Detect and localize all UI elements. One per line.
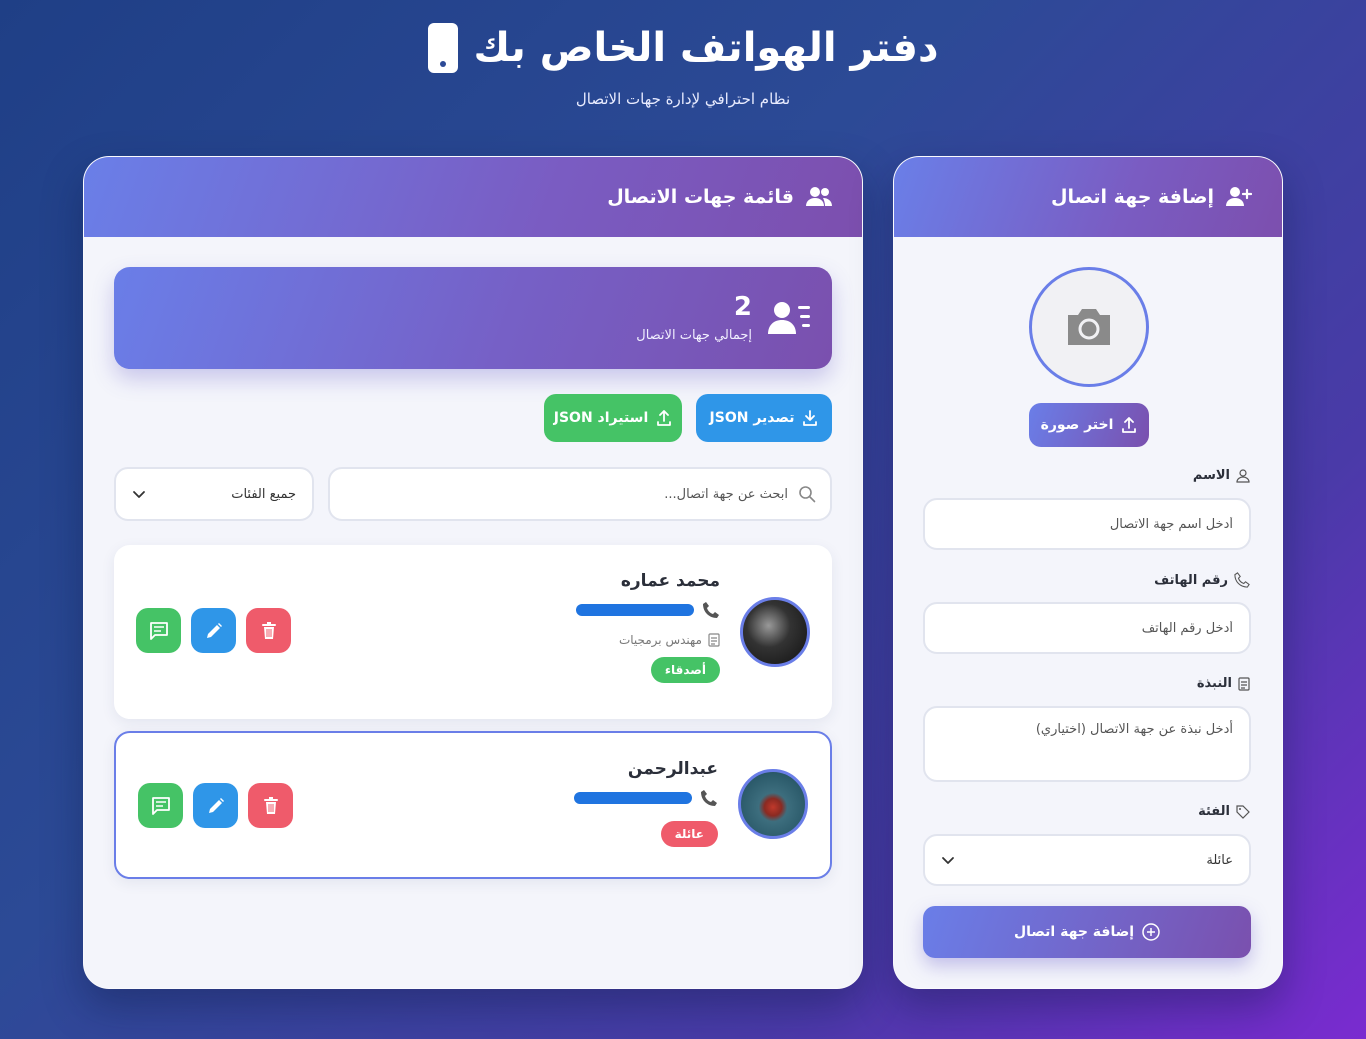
import-json-button[interactable]: استيراد JSON xyxy=(544,394,682,442)
chevron-down-icon xyxy=(941,853,955,867)
users-group-icon xyxy=(806,186,832,208)
user-plus-icon xyxy=(1226,186,1252,208)
message-icon xyxy=(151,796,171,815)
edit-button[interactable] xyxy=(193,783,238,828)
import-json-label: استيراد JSON xyxy=(553,410,649,426)
trash-icon xyxy=(263,796,279,815)
name-input[interactable] xyxy=(925,500,1249,548)
upload-icon xyxy=(1121,417,1137,433)
photo-preview[interactable] xyxy=(1029,267,1149,387)
user-icon xyxy=(1236,468,1250,483)
bio-field xyxy=(923,706,1251,782)
document-icon xyxy=(708,633,720,647)
export-json-label: تصدير JSON xyxy=(709,410,795,426)
chevron-down-icon xyxy=(132,487,146,501)
phone-icon xyxy=(702,601,720,619)
add-contact-panel: إضافة جهة اتصال اختر صورة الاسم رقم الها… xyxy=(893,156,1283,989)
stats-text: 2 إجمالي جهات الاتصال xyxy=(636,293,752,343)
contact-info: محمد عماره مهندس برمجيات أصدقاء xyxy=(576,571,720,683)
edit-button[interactable] xyxy=(191,608,236,653)
bio-label-text: النبذة xyxy=(1196,676,1232,691)
plus-circle-icon xyxy=(1142,923,1160,941)
mobile-phone-icon xyxy=(427,23,458,73)
search-box xyxy=(328,467,832,521)
contact-info: عبدالرحمن عائلة xyxy=(574,759,718,847)
category-filter-value: جميع الفئات xyxy=(231,486,296,502)
name-field xyxy=(923,498,1251,550)
contacts-list-panel: قائمة جهات الاتصال 2 إجمالي جهات الاتصال… xyxy=(83,156,863,989)
delete-button[interactable] xyxy=(246,608,291,653)
message-button[interactable] xyxy=(138,783,183,828)
add-contact-title: إضافة جهة اتصال xyxy=(1051,186,1214,208)
pencil-icon xyxy=(205,622,223,640)
contact-card[interactable]: محمد عماره مهندس برمجيات أصدقاء xyxy=(114,545,832,719)
download-icon xyxy=(802,410,818,426)
stats-card: 2 إجمالي جهات الاتصال xyxy=(114,267,832,369)
category-label: الفئة xyxy=(1198,804,1250,819)
search-input[interactable] xyxy=(344,486,788,502)
stats-count: 2 xyxy=(733,292,752,323)
app-header: دفتر الهواتف الخاص بك نظام احترافي لإدار… xyxy=(0,18,1366,108)
phone-icon xyxy=(1234,572,1250,588)
phone-input[interactable] xyxy=(925,604,1249,652)
add-contact-submit-button[interactable]: إضافة جهة اتصال xyxy=(923,906,1251,958)
name-label-text: الاسم xyxy=(1192,468,1230,483)
contact-actions xyxy=(136,608,291,653)
stats-label: إجمالي جهات الاتصال xyxy=(636,327,752,343)
add-contact-header: إضافة جهة اتصال xyxy=(894,157,1282,237)
phone-label: رقم الهاتف xyxy=(1154,572,1250,588)
add-contact-submit-label: إضافة جهة اتصال xyxy=(1013,924,1135,940)
camera-icon xyxy=(1064,307,1114,347)
category-label-text: الفئة xyxy=(1198,804,1230,819)
category-filter-select[interactable]: جميع الفئات xyxy=(114,467,314,521)
bio-label: النبذة xyxy=(1197,676,1250,691)
pencil-icon xyxy=(207,797,225,815)
redacted-phone-number xyxy=(576,604,694,616)
contact-name: محمد عماره xyxy=(620,571,720,591)
category-badge: عائلة xyxy=(660,821,718,847)
contact-phone xyxy=(574,789,718,807)
contact-avatar xyxy=(738,769,808,839)
category-select-value: عائلة xyxy=(1206,852,1233,868)
category-badge: أصدقاء xyxy=(650,657,720,683)
search-icon xyxy=(798,485,816,503)
contact-note: مهندس برمجيات xyxy=(576,633,720,647)
document-icon xyxy=(1238,676,1250,691)
bio-textarea[interactable] xyxy=(925,708,1249,780)
upload-icon xyxy=(656,410,672,426)
contacts-list-header: قائمة جهات الاتصال xyxy=(84,157,862,237)
contacts-list-title: قائمة جهات الاتصال xyxy=(607,186,794,208)
contact-name: عبدالرحمن xyxy=(627,759,718,779)
contact-note-text: مهندس برمجيات xyxy=(618,633,702,647)
app-subtitle: نظام احترافي لإدارة جهات الاتصال xyxy=(575,90,791,108)
trash-icon xyxy=(261,621,277,640)
category-select[interactable]: عائلة xyxy=(923,834,1251,886)
message-icon xyxy=(149,621,169,640)
contact-phone xyxy=(576,601,720,619)
contact-list-icon xyxy=(768,300,812,336)
contact-actions xyxy=(138,783,293,828)
contact-avatar xyxy=(740,597,810,667)
choose-photo-label: اختر صورة xyxy=(1040,417,1114,433)
phone-icon xyxy=(700,789,718,807)
redacted-phone-number xyxy=(574,792,692,804)
export-json-button[interactable]: تصدير JSON xyxy=(696,394,832,442)
phone-field xyxy=(923,602,1251,654)
delete-button[interactable] xyxy=(248,783,293,828)
app-title-row: دفتر الهواتف الخاص بك xyxy=(0,18,1366,78)
choose-photo-button[interactable]: اختر صورة xyxy=(1029,403,1149,447)
name-label: الاسم xyxy=(1193,468,1250,483)
app-title: دفتر الهواتف الخاص بك xyxy=(473,25,939,71)
message-button[interactable] xyxy=(136,608,181,653)
contact-card[interactable]: عبدالرحمن عائلة xyxy=(114,731,832,879)
tag-icon xyxy=(1236,804,1250,819)
phone-label-text: رقم الهاتف xyxy=(1154,572,1228,588)
